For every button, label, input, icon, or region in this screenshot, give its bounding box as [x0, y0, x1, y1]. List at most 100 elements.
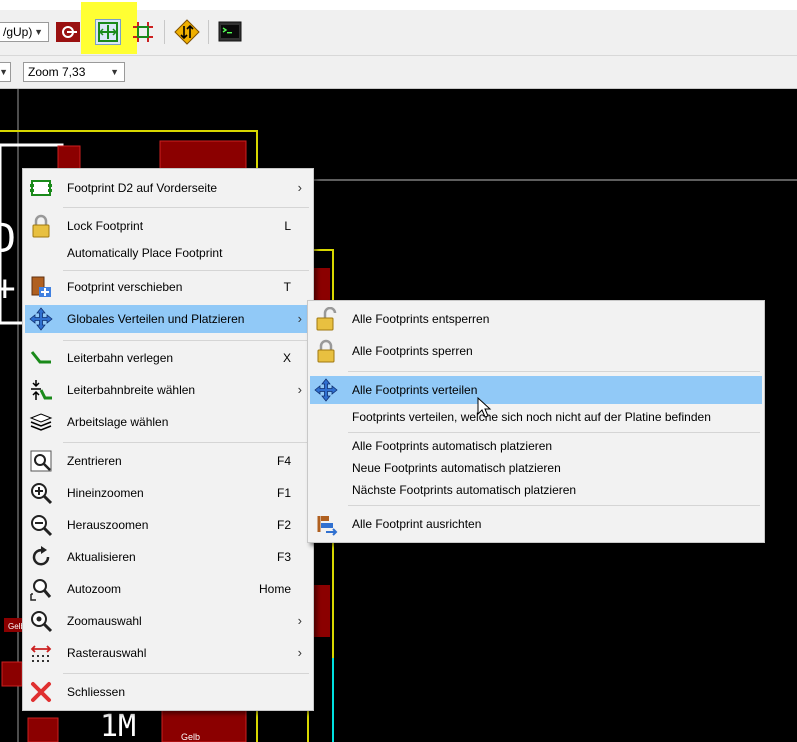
menu-item-label: Leiterbahn verlegen: [67, 351, 174, 365]
layer-pair-icon: [56, 22, 80, 42]
close-icon: [31, 682, 51, 702]
menu-item-route-track[interactable]: Leiterbahn verlegen X: [25, 344, 311, 372]
menu-item-label: Leiterbahnbreite wählen: [67, 383, 196, 397]
chevron-down-icon: ▼: [0, 63, 8, 81]
layer-select-value: /gUp): [3, 25, 33, 39]
menu-item-shortcut: T: [283, 280, 291, 294]
track-mode-button[interactable]: [130, 19, 156, 45]
menu-item-shortcut: X: [282, 351, 291, 365]
chevron-down-icon: ▼: [34, 27, 43, 37]
chevron-right-icon: ›: [297, 645, 302, 660]
toolbar-separator: [164, 20, 165, 44]
menu-item-label: Arbeitslage wählen: [67, 415, 169, 429]
menu-item-label: Alle Footprints automatisch platzieren: [352, 439, 553, 453]
menu-item-label: Rasterauswahl: [67, 646, 147, 660]
menu-item-select-layer[interactable]: Arbeitslage wählen: [25, 408, 311, 436]
pad-label: Gelb: [181, 732, 200, 742]
menu-separator: [63, 442, 309, 443]
layer-select[interactable]: /gUp) ▼: [0, 22, 49, 42]
submenu-item-lock-all[interactable]: Alle Footprints sperren: [310, 337, 762, 365]
terminal-icon: [218, 21, 242, 42]
submenu-item-spread-new[interactable]: Footprints verteilen, welche sich noch n…: [310, 406, 762, 428]
menu-separator: [63, 673, 309, 674]
menu-item-auto-place[interactable]: Automatically Place Footprint: [25, 239, 311, 267]
align-icon: [317, 516, 338, 536]
menu-item-zoom-in[interactable]: Hineinzoomen F1: [25, 479, 311, 507]
context-menu: Footprint D2 auf Vorderseite › Lock Foot…: [22, 168, 314, 711]
menu-separator: [348, 371, 760, 372]
submenu-item-unlock-all[interactable]: Alle Footprints entsperren: [310, 305, 762, 333]
menu-item-center[interactable]: Zentrieren F4: [25, 447, 311, 475]
zoom-select-value: Zoom 7,33: [28, 65, 86, 79]
menu-item-shortcut: L: [284, 219, 291, 233]
menu-item-footprint-d2[interactable]: Footprint D2 auf Vorderseite ›: [25, 174, 311, 202]
menu-item-lock-footprint[interactable]: Lock Footprint L: [25, 212, 311, 240]
chevron-right-icon: ›: [297, 382, 302, 397]
zoom-select-icon: [31, 611, 53, 633]
menu-separator: [63, 270, 309, 271]
submenu-item-autoplace-next[interactable]: Nächste Footprints automatisch platziere…: [310, 479, 762, 501]
toolbar-separator: [208, 20, 209, 44]
zoom-in-icon: [31, 483, 53, 505]
lock-icon: [32, 214, 50, 238]
zoom-out-icon: [31, 515, 53, 537]
footprint-mode-button[interactable]: [95, 19, 121, 45]
menu-item-label: Nächste Footprints automatisch platziere…: [352, 483, 577, 497]
warning-swap-icon: [174, 19, 200, 45]
grid-select[interactable]: ▼: [0, 62, 11, 82]
menu-separator: [63, 340, 309, 341]
submenu-item-align-all[interactable]: Alle Footprint ausrichten: [310, 510, 762, 538]
menu-item-label: Alle Footprints entsperren: [352, 312, 490, 326]
menu-item-zoom-out[interactable]: Herauszoomen F2: [25, 511, 311, 539]
submenu-item-spread-all[interactable]: Alle Footprints verteilen: [310, 376, 762, 404]
menu-item-label: Aktualisieren: [67, 550, 136, 564]
menu-item-shortcut: F3: [276, 550, 291, 564]
footprint-mode-icon: [98, 22, 118, 42]
menu-item-label: Alle Footprints sperren: [352, 344, 473, 358]
menu-item-label: Alle Footprint ausrichten: [352, 517, 482, 531]
chevron-right-icon: ›: [297, 613, 302, 628]
reference-label: 1M: [100, 709, 136, 742]
menu-item-move-footprint[interactable]: Footprint verschieben T: [25, 273, 311, 301]
menu-item-label: Herauszoomen: [67, 518, 149, 532]
mouse-cursor-icon: [477, 397, 492, 418]
svg-text:+: +: [0, 268, 16, 309]
menu-item-label: Automatically Place Footprint: [67, 246, 223, 260]
menu-item-global-spread-place[interactable]: Globales Verteilen und Platzieren ›: [25, 305, 311, 333]
layer-pair-button[interactable]: [55, 19, 81, 45]
submenu-spread-place: Alle Footprints entsperren Alle Footprin…: [307, 300, 765, 543]
submenu-item-autoplace-new[interactable]: Neue Footprints automatisch platzieren: [310, 457, 762, 479]
move-arrows-icon: [29, 307, 53, 331]
refresh-icon: [32, 546, 50, 566]
menu-item-shortcut: Home: [258, 582, 291, 596]
submenu-item-autoplace-all[interactable]: Alle Footprints automatisch platzieren: [310, 435, 762, 457]
swap-layers-button[interactable]: [174, 19, 200, 45]
menu-item-label: Autozoom: [67, 582, 122, 596]
menu-item-zoom-select[interactable]: Zoomauswahl ›: [25, 607, 311, 635]
chevron-right-icon: ›: [297, 180, 302, 195]
menu-item-close[interactable]: Schliessen: [25, 678, 311, 706]
layers-icon: [29, 413, 53, 431]
zoom-center-icon: [30, 450, 52, 472]
move-arrows-icon: [314, 378, 338, 402]
track-grid-icon: [133, 22, 153, 42]
menu-item-refresh[interactable]: Aktualisieren F3: [25, 543, 311, 571]
view-toolbar: ▼ Zoom 7,33 ▼: [0, 56, 797, 89]
menu-item-shortcut: F1: [276, 486, 291, 500]
track-width-icon: [31, 380, 52, 400]
unlock-icon: [316, 307, 337, 331]
menu-item-autozoom[interactable]: Autozoom Home: [25, 575, 311, 603]
menu-item-label: Lock Footprint: [67, 219, 144, 233]
menu-item-label: Footprint verschieben: [67, 280, 183, 294]
move-footprint-icon: [31, 276, 51, 297]
lock-icon: [317, 339, 335, 363]
menu-item-track-width[interactable]: Leiterbahnbreite wählen ›: [25, 376, 311, 404]
menu-item-label: Alle Footprints verteilen: [352, 383, 478, 397]
grid-icon: [30, 645, 52, 662]
zoom-select[interactable]: Zoom 7,33 ▼: [23, 62, 125, 82]
menu-item-shortcut: F4: [276, 454, 291, 468]
menu-item-grid-select[interactable]: Rasterauswahl ›: [25, 639, 311, 667]
chevron-right-icon: ›: [297, 311, 302, 326]
route-track-icon: [30, 351, 51, 364]
scripting-console-button[interactable]: [217, 19, 243, 45]
